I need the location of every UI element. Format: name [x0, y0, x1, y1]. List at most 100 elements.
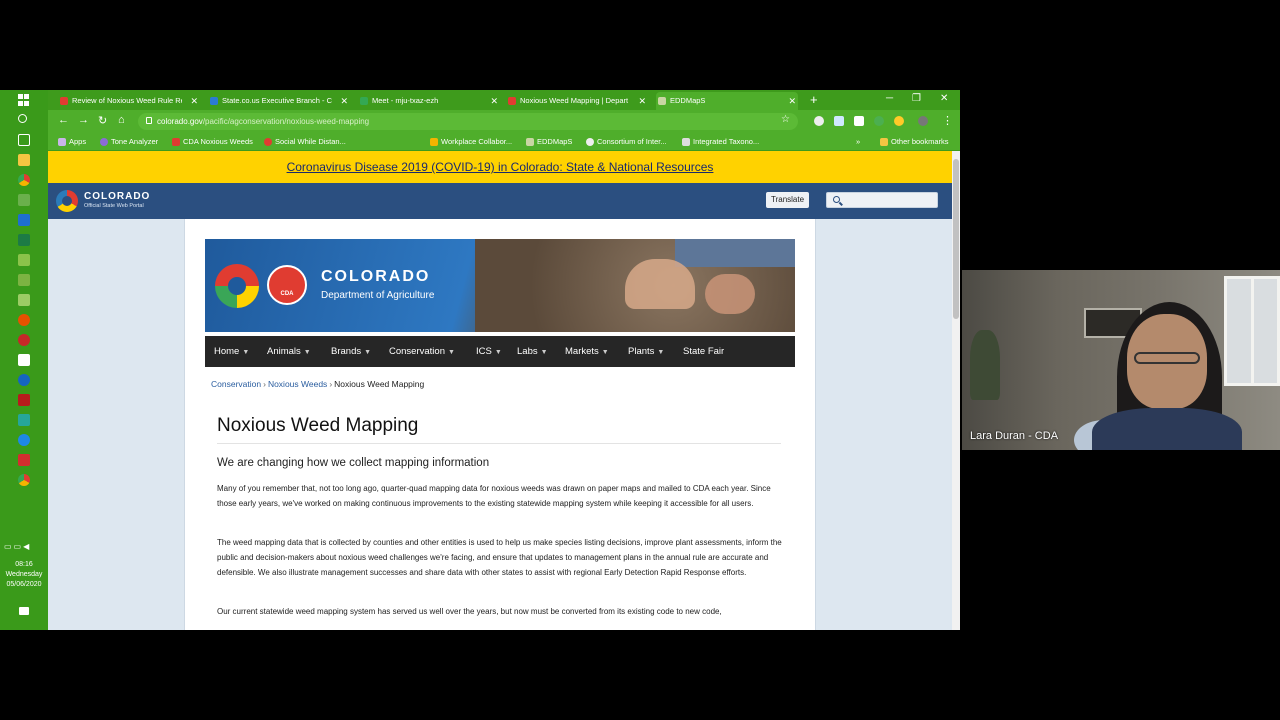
lock-icon: [146, 117, 152, 124]
bookmark-label: Consortium of Inter...: [597, 137, 667, 146]
bookmark-label: CDA Noxious Weeds: [183, 137, 253, 146]
app-icon[interactable]: [18, 274, 30, 286]
forward-icon[interactable]: →: [78, 114, 89, 126]
bookmark-label: Workplace Collabor...: [441, 137, 513, 146]
site-search-input[interactable]: [826, 192, 938, 208]
breadcrumb-conservation[interactable]: Conservation: [211, 379, 261, 389]
edge-icon[interactable]: [18, 434, 30, 446]
bookmark-icon: [264, 138, 272, 146]
app-icon[interactable]: [18, 194, 30, 206]
bookmark-cda-noxious-weeds[interactable]: CDA Noxious Weeds: [172, 136, 253, 148]
nav-item-brands[interactable]: Brands ▼: [331, 336, 371, 368]
excel-icon[interactable]: [18, 234, 30, 246]
teams-icon[interactable]: [18, 374, 30, 386]
nav-item-labs[interactable]: Labs ▼: [517, 336, 548, 368]
app-icon[interactable]: [18, 454, 30, 466]
extension-icon[interactable]: [814, 116, 824, 126]
tab-strip: Review of Noxious Weed Rule Re ✕ State.c…: [48, 90, 960, 110]
cda-barn-logo-icon: CDA: [267, 265, 307, 305]
outlook-icon[interactable]: [18, 214, 30, 226]
extension-icon[interactable]: [854, 116, 864, 126]
extension-icon[interactable]: [874, 116, 884, 126]
close-tab-icon[interactable]: ✕: [788, 92, 796, 110]
colorado-portal-logo[interactable]: COLORADO Official State Web Portal: [56, 190, 166, 214]
menu-icon[interactable]: ⋮: [942, 114, 953, 127]
close-tab-icon[interactable]: ✕: [190, 92, 198, 110]
breadcrumb-noxious-weeds[interactable]: Noxious Weeds: [268, 379, 327, 389]
extension-icon[interactable]: [894, 116, 904, 126]
settings-icon[interactable]: [18, 334, 30, 346]
bookmark-workplace-collab[interactable]: Workplace Collabor...: [430, 136, 512, 148]
reload-icon[interactable]: ↻: [98, 114, 107, 127]
powerpoint-icon[interactable]: [18, 314, 30, 326]
participant-glasses: [1134, 352, 1200, 364]
windows-taskbar: ▭▭◀ 08:16 Wednesday 05/06/2020: [0, 90, 48, 630]
nav-item-state-fair[interactable]: State Fair: [683, 336, 724, 367]
chevron-down-icon: ▼: [242, 349, 250, 356]
notification-icon[interactable]: [19, 607, 29, 615]
scrollbar-thumb[interactable]: [953, 159, 959, 319]
extension-icon[interactable]: [834, 116, 844, 126]
avatar[interactable]: [918, 116, 928, 126]
chrome-icon[interactable]: [18, 474, 30, 486]
taskbar-clock[interactable]: 08:16 Wednesday 05/06/2020: [0, 560, 48, 590]
zoom-stage: ▭▭◀ 08:16 Wednesday 05/06/2020 Review of…: [0, 0, 1280, 720]
tab-title: EDDMapS: [670, 96, 706, 105]
nav-item-conservation[interactable]: Conservation ▼: [389, 336, 455, 368]
nav-item-markets[interactable]: Markets ▼: [565, 336, 609, 368]
app-icon[interactable]: [18, 294, 30, 306]
tab-meet[interactable]: Meet - mju-txaz-ezh ✕: [358, 92, 500, 110]
bookmark-social-while-distant[interactable]: Social While Distan...: [264, 136, 346, 148]
plaid-sleeve: [675, 239, 795, 267]
windows-start-icon[interactable]: [18, 94, 30, 106]
translate-button[interactable]: Translate: [766, 192, 810, 208]
page-scrollbar[interactable]: [952, 151, 960, 630]
tab-state-co-us[interactable]: State.co.us Executive Branch - Co ✕: [208, 92, 350, 110]
tab-eddmaps[interactable]: EDDMapS ✕: [656, 92, 798, 110]
bookmark-icon: [172, 138, 180, 146]
nav-label: Home: [214, 346, 240, 357]
address-bar[interactable]: colorado.gov/pacific/agconservation/noxi…: [138, 113, 798, 130]
bookmark-consortium[interactable]: Consortium of Inter...: [586, 136, 667, 148]
back-icon[interactable]: ←: [58, 114, 69, 126]
main-navigation: Home ▼ Animals ▼ Brands ▼ Conservation ▼ ICS…: [205, 336, 795, 367]
nav-item-ics[interactable]: ICS ▼: [476, 336, 502, 368]
restore-icon[interactable]: ❐: [912, 93, 921, 104]
tab-review-noxious-weed-rule[interactable]: Review of Noxious Weed Rule Re ✕: [58, 92, 200, 110]
search-icon[interactable]: [18, 114, 27, 123]
chrome-icon[interactable]: [18, 174, 30, 186]
bookmark-eddmaps[interactable]: EDDMapS: [526, 136, 572, 148]
apps-grid-icon: [58, 138, 66, 146]
app-icon[interactable]: [18, 414, 30, 426]
home-icon[interactable]: ⌂: [118, 114, 125, 126]
bookmarks-overflow-icon[interactable]: »: [856, 136, 860, 148]
participant-shirt: [1092, 408, 1242, 450]
chevron-down-icon: ▼: [494, 349, 502, 356]
new-tab-icon[interactable]: +: [810, 92, 818, 108]
minimize-icon[interactable]: ─: [886, 93, 893, 104]
system-tray-icons[interactable]: ▭▭◀: [4, 542, 31, 551]
hand-image: [705, 274, 755, 314]
bookmark-integrated-taxonomy[interactable]: Integrated Taxono...: [682, 136, 759, 148]
close-tab-icon[interactable]: ✕: [340, 92, 348, 110]
nav-item-animals[interactable]: Animals ▼: [267, 336, 311, 368]
task-view-icon[interactable]: [18, 134, 30, 146]
bookmark-icon: [526, 138, 534, 146]
bookmark-other[interactable]: Other bookmarks: [880, 136, 949, 148]
colorado-icon: [508, 97, 516, 105]
close-tab-icon[interactable]: ✕: [638, 92, 646, 110]
bookmark-tone-analyzer[interactable]: Tone Analyzer: [100, 136, 158, 148]
participant-video-tile[interactable]: Lara Duran - CDA: [962, 270, 1280, 450]
app-icon[interactable]: [18, 254, 30, 266]
star-icon[interactable]: ☆: [781, 114, 790, 125]
tab-noxious-weed-mapping[interactable]: Noxious Weed Mapping | Depart ✕: [506, 92, 648, 110]
covid-link[interactable]: Coronavirus Disease 2019 (COVID-19) in C…: [287, 160, 714, 174]
nav-item-plants[interactable]: Plants ▼: [628, 336, 664, 368]
close-tab-icon[interactable]: ✕: [490, 92, 498, 110]
close-window-icon[interactable]: ✕: [940, 93, 948, 104]
nav-item-home[interactable]: Home ▼: [214, 336, 249, 368]
bookmark-apps[interactable]: Apps: [58, 136, 86, 148]
acrobat-icon[interactable]: [18, 394, 30, 406]
notepad-icon[interactable]: [18, 354, 30, 366]
file-explorer-icon[interactable]: [18, 154, 30, 166]
